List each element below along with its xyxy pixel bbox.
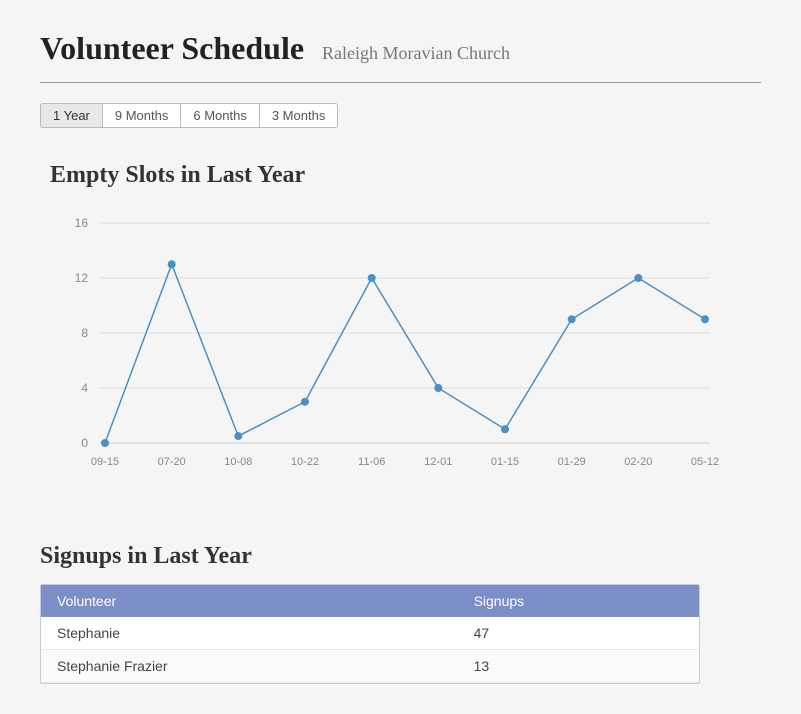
data-point-4 [368,274,376,282]
data-point-0 [101,439,109,447]
svg-text:4: 4 [81,381,88,395]
data-point-1 [168,260,176,268]
chart-section: Empty Slots in Last Year 0 4 8 12 16 [40,152,761,513]
svg-text:01-29: 01-29 [558,456,586,468]
data-point-5 [434,384,442,392]
signups-section: Signups in Last Year Volunteer Signups S… [40,543,761,684]
svg-text:09-15: 09-15 [91,456,119,468]
data-point-9 [701,315,709,323]
filter-1year[interactable]: 1 Year [40,103,102,128]
chart-line [105,264,705,443]
data-point-8 [634,274,642,282]
signups-table: Volunteer Signups Stephanie 47 Stephanie… [41,585,699,683]
svg-text:11-06: 11-06 [358,456,385,468]
data-point-3 [301,398,309,406]
data-point-2 [234,432,242,440]
svg-text:02-20: 02-20 [624,456,652,468]
cell-signups: 47 [458,617,699,650]
svg-text:12-01: 12-01 [424,456,452,468]
filter-bar: 1 Year 9 Months 6 Months 3 Months [40,103,761,128]
table-row: Stephanie Frazier 13 [41,650,699,683]
signups-table-wrapper: Volunteer Signups Stephanie 47 Stephanie… [40,584,700,684]
subtitle: Raleigh Moravian Church [322,43,510,63]
col-signups: Signups [458,585,699,617]
svg-text:8: 8 [81,326,88,340]
table-header-row: Volunteer Signups [41,585,699,617]
svg-text:12: 12 [75,271,89,285]
table-row: Stephanie 47 [41,617,699,650]
signups-title: Signups in Last Year [40,543,761,570]
cell-volunteer: Stephanie [41,617,458,650]
filter-3months[interactable]: 3 Months [259,103,338,128]
chart-title: Empty Slots in Last Year [50,162,751,189]
svg-text:01-15: 01-15 [491,456,519,468]
svg-text:16: 16 [75,216,89,230]
col-volunteer: Volunteer [41,585,458,617]
cell-volunteer: Stephanie Frazier [41,650,458,683]
data-point-6 [501,425,509,433]
empty-slots-chart: 0 4 8 12 16 09-15 07-20 10-08 10-22 11-0… [50,203,750,473]
svg-text:05-12: 05-12 [691,456,719,468]
svg-text:10-22: 10-22 [291,456,319,468]
data-point-7 [568,315,576,323]
page-title: Volunteer Schedule [40,30,304,66]
svg-text:07-20: 07-20 [158,456,186,468]
filter-6months[interactable]: 6 Months [180,103,258,128]
svg-text:10-08: 10-08 [224,456,252,468]
filter-9months[interactable]: 9 Months [102,103,180,128]
svg-text:0: 0 [81,436,88,450]
header-section: Volunteer Schedule Raleigh Moravian Chur… [40,30,761,83]
cell-signups: 13 [458,650,699,683]
